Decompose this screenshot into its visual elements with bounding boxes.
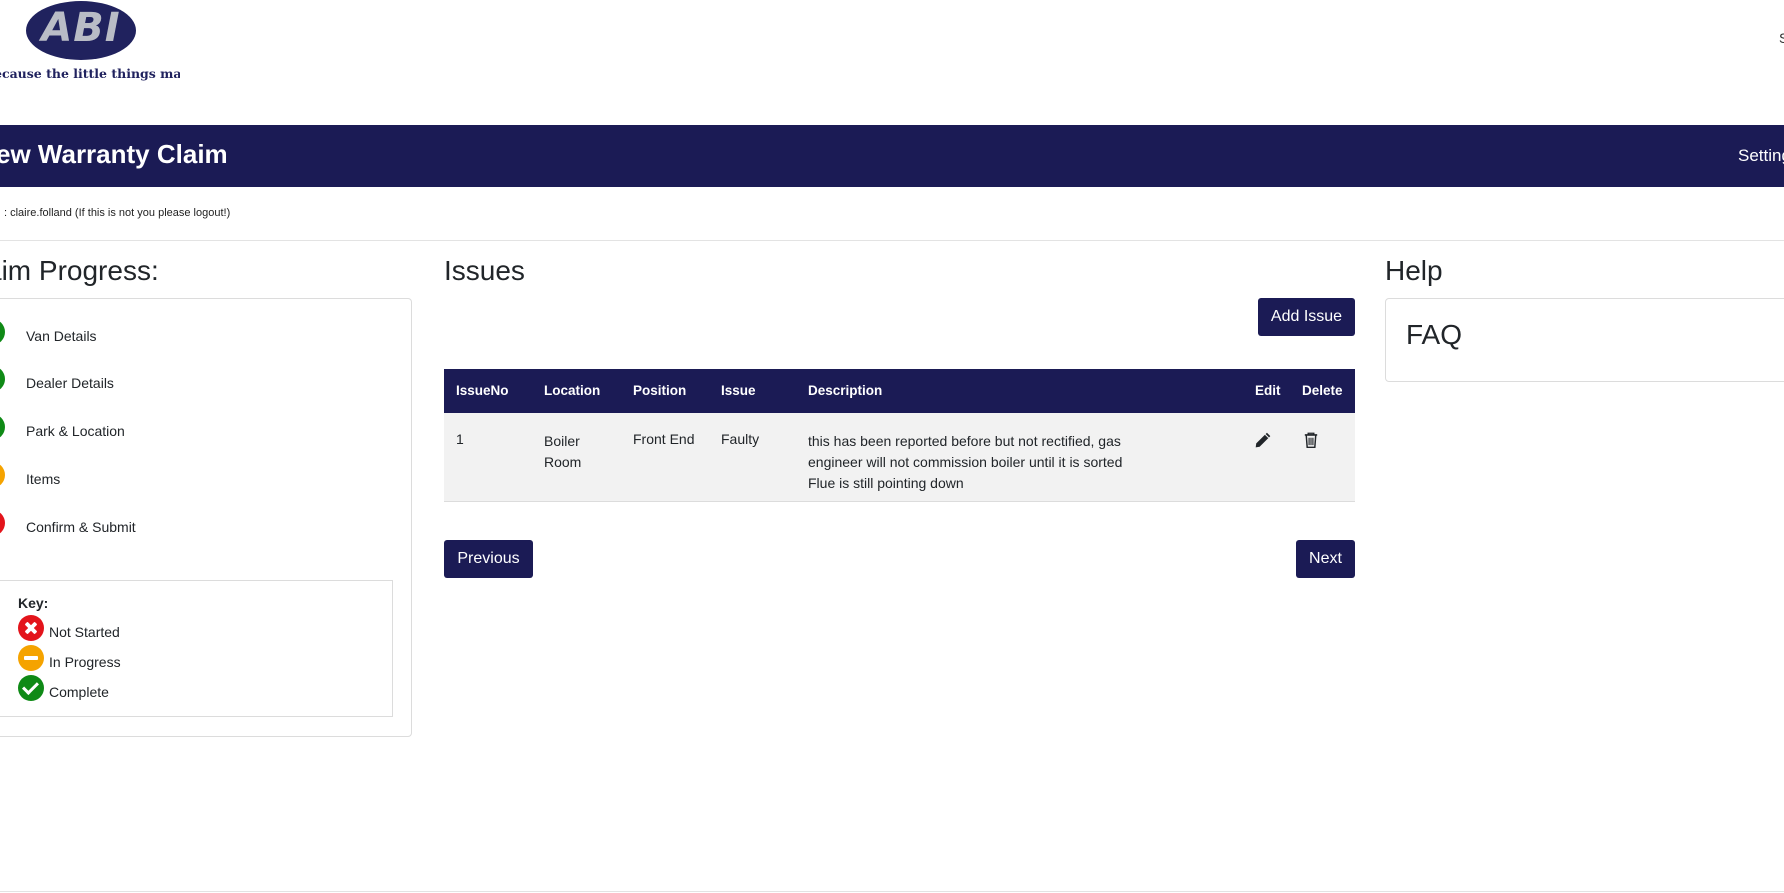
- column-header: Delete: [1302, 383, 1343, 398]
- claim-progress-card: Van Details Dealer Details Park & Locati…: [0, 298, 412, 737]
- progress-step-label: Items: [26, 471, 61, 487]
- progress-step-label: Dealer Details: [26, 375, 114, 391]
- complete-check-icon: [18, 675, 44, 701]
- key-not-started: Not Started: [18, 615, 218, 643]
- page-title: ew Warranty Claim: [0, 139, 228, 169]
- key-complete: Complete: [18, 675, 218, 703]
- delete-cell: [1302, 431, 1320, 452]
- progress-step-label: Confirm & Submit: [26, 519, 136, 535]
- progress-step-label: Park & Location: [26, 423, 125, 439]
- logged-in-user-text: : claire.folland (If this is not you ple…: [4, 207, 231, 219]
- column-header: Edit: [1255, 383, 1281, 398]
- status-key: Key: Not Started In Progress Complete: [0, 580, 393, 717]
- complete-check-icon: [0, 366, 5, 392]
- edit-cell: [1254, 431, 1272, 452]
- progress-step-label: Van Details: [26, 328, 97, 344]
- complete-check-icon: [0, 414, 5, 440]
- not-started-x-icon: [18, 615, 44, 641]
- in-progress-minus-icon: [0, 462, 5, 488]
- settings-link[interactable]: Setting: [1738, 146, 1784, 166]
- progress-step-items[interactable]: Items: [0, 462, 251, 492]
- footer-divider: [0, 891, 1784, 892]
- description-cell: this has been reported before but not re…: [808, 433, 1123, 491]
- not-started-x-icon: [0, 510, 5, 536]
- page-header: ew Warranty Claim Setting: [0, 125, 1784, 187]
- help-card: FAQ: [1385, 298, 1784, 382]
- progress-step-van-details[interactable]: Van Details: [0, 319, 251, 349]
- faq-link[interactable]: FAQ: [1406, 319, 1462, 351]
- help-title: Help: [1385, 255, 1443, 286]
- trash-icon[interactable]: [1302, 431, 1320, 449]
- progress-step-confirm-submit[interactable]: Confirm & Submit: [0, 510, 251, 540]
- claim-progress-title: aim Progress:: [0, 255, 159, 286]
- logo-text: ABI: [41, 5, 121, 51]
- divider: [0, 240, 1784, 241]
- progress-step-park-location[interactable]: Park & Location: [0, 414, 251, 444]
- add-issue-button[interactable]: Add Issue: [1258, 298, 1355, 336]
- position-cell: Front End: [633, 431, 695, 447]
- key-label: Not Started: [49, 624, 120, 640]
- logo-tagline: ecause the little things matter: [0, 66, 180, 81]
- key-title: Key:: [18, 595, 49, 611]
- previous-button[interactable]: Previous: [444, 540, 533, 578]
- issues-table: IssueNo Location Position Issue Descript…: [444, 369, 1355, 502]
- table-row: 1 Boiler Room Front End Faulty this has …: [444, 413, 1355, 502]
- column-header: Position: [633, 383, 687, 398]
- issue-cell: Faulty: [721, 431, 760, 447]
- key-in-progress: In Progress: [18, 645, 218, 673]
- table-header: IssueNo Location Position Issue Descript…: [444, 369, 1355, 413]
- location-cell: Boiler Room: [544, 433, 582, 470]
- progress-step-dealer-details[interactable]: Dealer Details: [0, 366, 251, 396]
- complete-check-icon: [0, 319, 5, 345]
- logo-oval: ABI: [26, 1, 136, 60]
- in-progress-minus-icon: [18, 645, 44, 671]
- issues-title: Issues: [444, 255, 525, 286]
- top-right-text: S: [1779, 30, 1784, 46]
- column-header: IssueNo: [456, 383, 509, 398]
- next-button[interactable]: Next: [1296, 540, 1355, 578]
- issue-no-cell: 1: [456, 431, 464, 447]
- column-header: Issue: [721, 383, 756, 398]
- column-header: Description: [808, 383, 883, 398]
- key-label: In Progress: [49, 654, 121, 670]
- column-header: Location: [544, 383, 601, 398]
- key-label: Complete: [49, 684, 109, 700]
- pencil-icon[interactable]: [1254, 431, 1272, 449]
- abi-logo: ABI ecause the little things matter: [0, 0, 180, 84]
